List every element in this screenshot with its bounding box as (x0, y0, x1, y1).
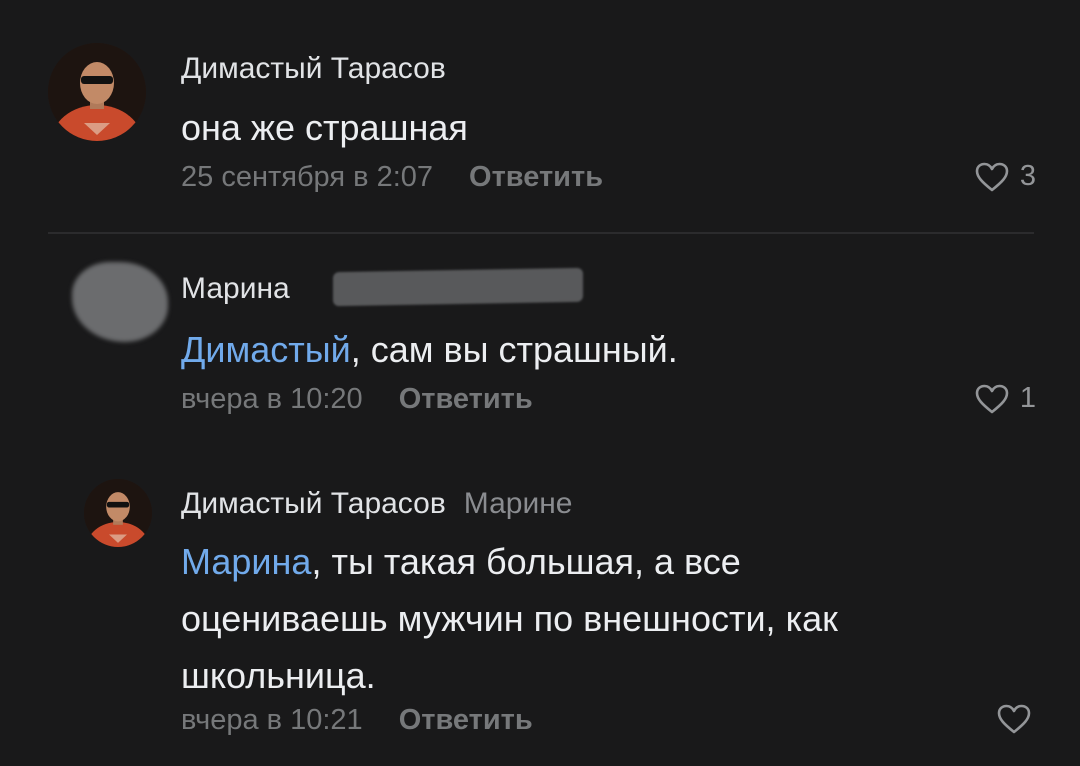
author-name[interactable]: Димастый Тарасов (181, 487, 446, 520)
like-button[interactable]: 1 (974, 382, 1036, 415)
comment-author: Димастый Тарасов Марине (181, 487, 573, 521)
divider (48, 232, 1034, 234)
comment-text-body: , ты такая большая, а все (311, 541, 741, 582)
avatar[interactable] (48, 43, 146, 141)
comment-date[interactable]: вчера в 10:21 (181, 704, 363, 736)
comment-meta: вчера в 10:20 Ответить (181, 383, 533, 416)
comment-text-line-3: школьница. (181, 655, 376, 696)
comment-text-body: она же страшная (181, 107, 468, 148)
comment-text: она же страшная (181, 99, 468, 156)
like-count: 3 (1019, 160, 1036, 192)
reply-button[interactable]: Ответить (469, 161, 603, 193)
comment-author[interactable]: Марина (181, 272, 290, 306)
avatar[interactable] (84, 479, 152, 547)
reply-button[interactable]: Ответить (399, 704, 533, 736)
redacted-avatar (72, 262, 168, 342)
like-count: 1 (1019, 382, 1036, 414)
mention-link[interactable]: Димастый (181, 329, 351, 370)
avatar-photo (84, 479, 152, 547)
comment-author[interactable]: Димастый Тарасов (181, 52, 446, 86)
reply-button[interactable]: Ответить (399, 383, 533, 415)
comment-text-line-2: оцениваешь мужчин по внешности, как (181, 598, 838, 639)
comment-meta: вчера в 10:21 Ответить (181, 704, 533, 737)
comment-text-body: , сам вы страшный. (350, 329, 678, 370)
avatar-photo (48, 43, 146, 141)
like-button[interactable] (996, 703, 1032, 735)
comment-date[interactable]: 25 сентября в 2:07 (181, 161, 433, 193)
comment-text-line-1: Марина, ты такая большая, а все (181, 533, 838, 590)
comment-text: Марина, ты такая большая, а все оценивае… (181, 533, 838, 704)
heart-outline-icon (975, 384, 1009, 413)
like-button[interactable]: 3 (974, 160, 1036, 193)
redacted-surname (333, 267, 583, 307)
comment-meta: 25 сентября в 2:07 Ответить (181, 161, 603, 194)
heart-outline-icon (975, 162, 1009, 191)
mention-link[interactable]: Марина (181, 541, 311, 582)
comment-date[interactable]: вчера в 10:20 (181, 383, 363, 415)
comment-text: Димастый, сам вы страшный. (181, 321, 678, 378)
heart-outline-icon (997, 704, 1031, 734)
reply-to-label[interactable]: Марине (464, 487, 573, 520)
